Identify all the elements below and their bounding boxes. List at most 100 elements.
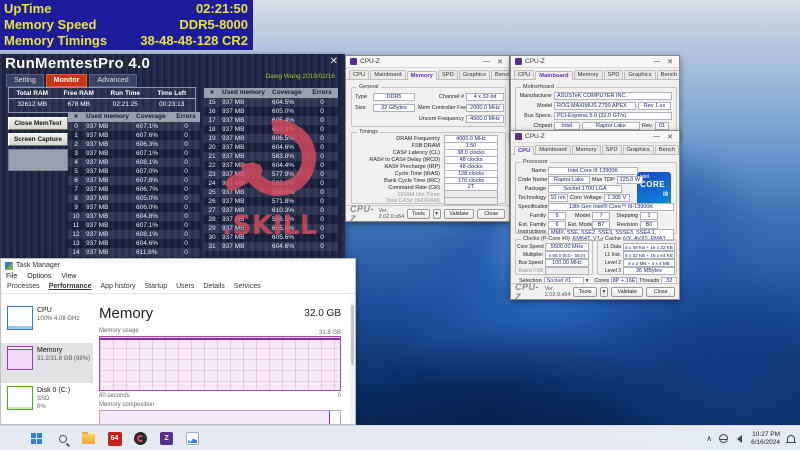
tab-startup[interactable]: Startup [145,283,168,290]
runmemtestpro-window: RunMemtestPro 4.0 ✕ Dawg Wang 2019/02/16… [0,54,345,260]
ext-model-value: B7 [592,221,610,229]
sidebar-memory-name: Memory [37,347,63,354]
notification-bell-icon[interactable] [786,434,796,443]
tab-spd[interactable]: SPD [601,145,622,154]
core-speed-value: 5500.00 MHz [545,243,589,251]
tools-dropdown-icon[interactable]: ▾ [599,286,609,297]
tab-memory[interactable]: Memory [573,70,603,79]
tab-cpu[interactable]: CPU [514,146,535,155]
screen-capture-button[interactable]: Screen Capture [8,133,68,146]
tab-users[interactable]: Users [176,283,194,290]
memtest-table-left: # Used memory Coverage Errors 0 937 MB 607.1%… [68,112,200,257]
task-manager-title: Task Manager [16,262,60,269]
cpuz-taskbar-button[interactable]: Z [158,430,175,447]
close-icon[interactable]: ✕ [665,133,675,141]
tab-cpu[interactable]: CPU [514,70,535,79]
tab-graphics[interactable]: Graphics [622,145,654,154]
task-manager-titlebar[interactable]: Task Manager [1,259,355,272]
sidebar-item-cpu[interactable]: CPU 100% 4.08 GHz [1,303,93,343]
tab-memory[interactable]: Memory [571,145,601,154]
validate-button[interactable]: Validate [443,208,475,219]
stepping-label: Stepping [616,213,638,219]
close-button[interactable]: Close [477,208,505,219]
l1-data-value: 8 x 48 KB + 16 x 32 KB [623,243,675,251]
memtest-window-title[interactable]: RunMemtestPro 4.0 [5,55,150,72]
bus-speed-value: 100.00 MHz [545,259,589,267]
minimize-icon[interactable]: — [651,58,662,65]
tools-dropdown-icon[interactable]: ▾ [432,208,441,219]
tab-performance[interactable]: Performance [49,283,92,290]
memtest-row: 5 937 MB 607.0% 0 [68,167,200,176]
menu-options[interactable]: Options [27,273,51,280]
level2-label: Level 2 [604,260,621,266]
folder-icon [82,431,95,444]
tab-bench[interactable]: Bench [654,145,679,154]
max-tdp-label: Max TDP [592,177,615,183]
tab-processes[interactable]: Processes [7,283,40,290]
tools-button[interactable]: Tools [407,208,430,219]
cpuz-cpu-window: CPU-Z — ✕ CPU Mainboard Memory SPD Graph… [510,130,680,300]
overlay-row-memory-speed: Memory Speed DDR5-8000 [4,17,248,33]
tab-spd[interactable]: SPD [437,70,458,79]
tab-monitor[interactable]: Monitor [45,74,88,87]
scale-zero-label: 0 [337,393,341,399]
size-value: 32 GBytes [373,104,415,112]
cpuz-titlebar[interactable]: CPU-Z — ✕ [511,131,679,143]
cpuz-app-icon: Z [160,432,173,445]
close-button[interactable]: Close [646,286,676,297]
minimize-icon[interactable]: — [481,58,492,65]
tab-advanced[interactable]: Advanced [89,74,137,87]
tab-cpu[interactable]: CPU [349,70,370,79]
tab-bench[interactable]: Bench [491,70,509,79]
cpuz-titlebar[interactable]: CPU-Z — ✕ [346,56,509,68]
tab-mainboard[interactable]: Mainboard [370,70,406,79]
close-icon[interactable]: ✕ [495,58,505,66]
sidebar-item-disk[interactable]: Disk 0 (C:) SSD 0% [1,383,93,423]
tab-services[interactable]: Services [234,283,261,290]
clock[interactable]: 10:27 PM 6/16/2024 [751,431,780,447]
scrollbar[interactable] [350,303,355,424]
file-explorer-button[interactable] [80,430,97,447]
memory-performance-pane: Memory 32.0 GB Memory usage 31.8 GB 60 s… [93,303,349,424]
memory-composition-bar[interactable] [99,410,341,424]
mem-controller-freq-value: 2000.0 MHz [466,104,504,112]
tab-mainboard[interactable]: Mainboard [535,71,573,80]
network-icon[interactable] [719,434,729,443]
memtest-row: 29 937 MB 605.8% 0 [204,224,338,233]
volume-icon[interactable] [733,434,743,443]
tab-graphics[interactable]: Graphics [458,70,491,79]
close-icon[interactable]: ✕ [330,56,338,67]
validate-button[interactable]: Validate [611,286,644,297]
menu-view[interactable]: View [61,273,76,280]
gskill-taskbar-button[interactable] [132,430,149,447]
task-manager-taskbar-button[interactable] [184,430,201,447]
badge-tier: i9 [662,192,668,198]
tab-spd[interactable]: SPD [603,70,624,79]
groupbox-legend: Clocks (P-Core #0) [521,236,572,243]
close-memtest-button[interactable]: Close MemTest [8,117,68,130]
specification-value: 13th Gen Intel® Core™ i9-13900K [548,203,674,211]
tab-graphics[interactable]: Graphics [624,70,656,79]
tab-memory[interactable]: Memory [406,71,437,80]
memtest64-taskbar-button[interactable]: 64 [106,430,123,447]
sidebar-item-memory[interactable]: Memory 31.2/31.8 GB (98%) [1,343,93,383]
search-button[interactable] [54,430,71,447]
tab-bench[interactable]: Bench [656,70,679,79]
cpuz-titlebar[interactable]: CPU-Z — ✕ [511,56,679,68]
search-icon [58,434,67,443]
summary-free-ram: 678 MB [67,101,90,108]
tab-details[interactable]: Details [203,283,224,290]
general-groupbox: General Type DDR5 Size 32 GBytes Channel #… [351,84,506,127]
menu-file[interactable]: File [6,273,17,280]
tab-app-history[interactable]: App history [100,283,135,290]
start-button[interactable] [28,430,45,447]
minimize-icon[interactable]: — [651,133,662,140]
tools-button[interactable]: Tools [573,286,597,297]
close-icon[interactable]: ✕ [665,58,675,66]
clocks-groupbox: Clocks (P-Core #0) Core Speed 5500.00 MHz… [515,236,593,275]
tab-setting[interactable]: Setting [6,74,44,87]
tab-mainboard[interactable]: Mainboard [535,145,571,154]
memtest-row: 11 937 MB 607.1% 0 [68,221,200,230]
hidden-icons-chevron-icon[interactable]: ∧ [706,434,712,443]
cpuz-mainboard-window: CPU-Z — ✕ CPU Mainboard Memory SPD Graph… [510,55,680,139]
